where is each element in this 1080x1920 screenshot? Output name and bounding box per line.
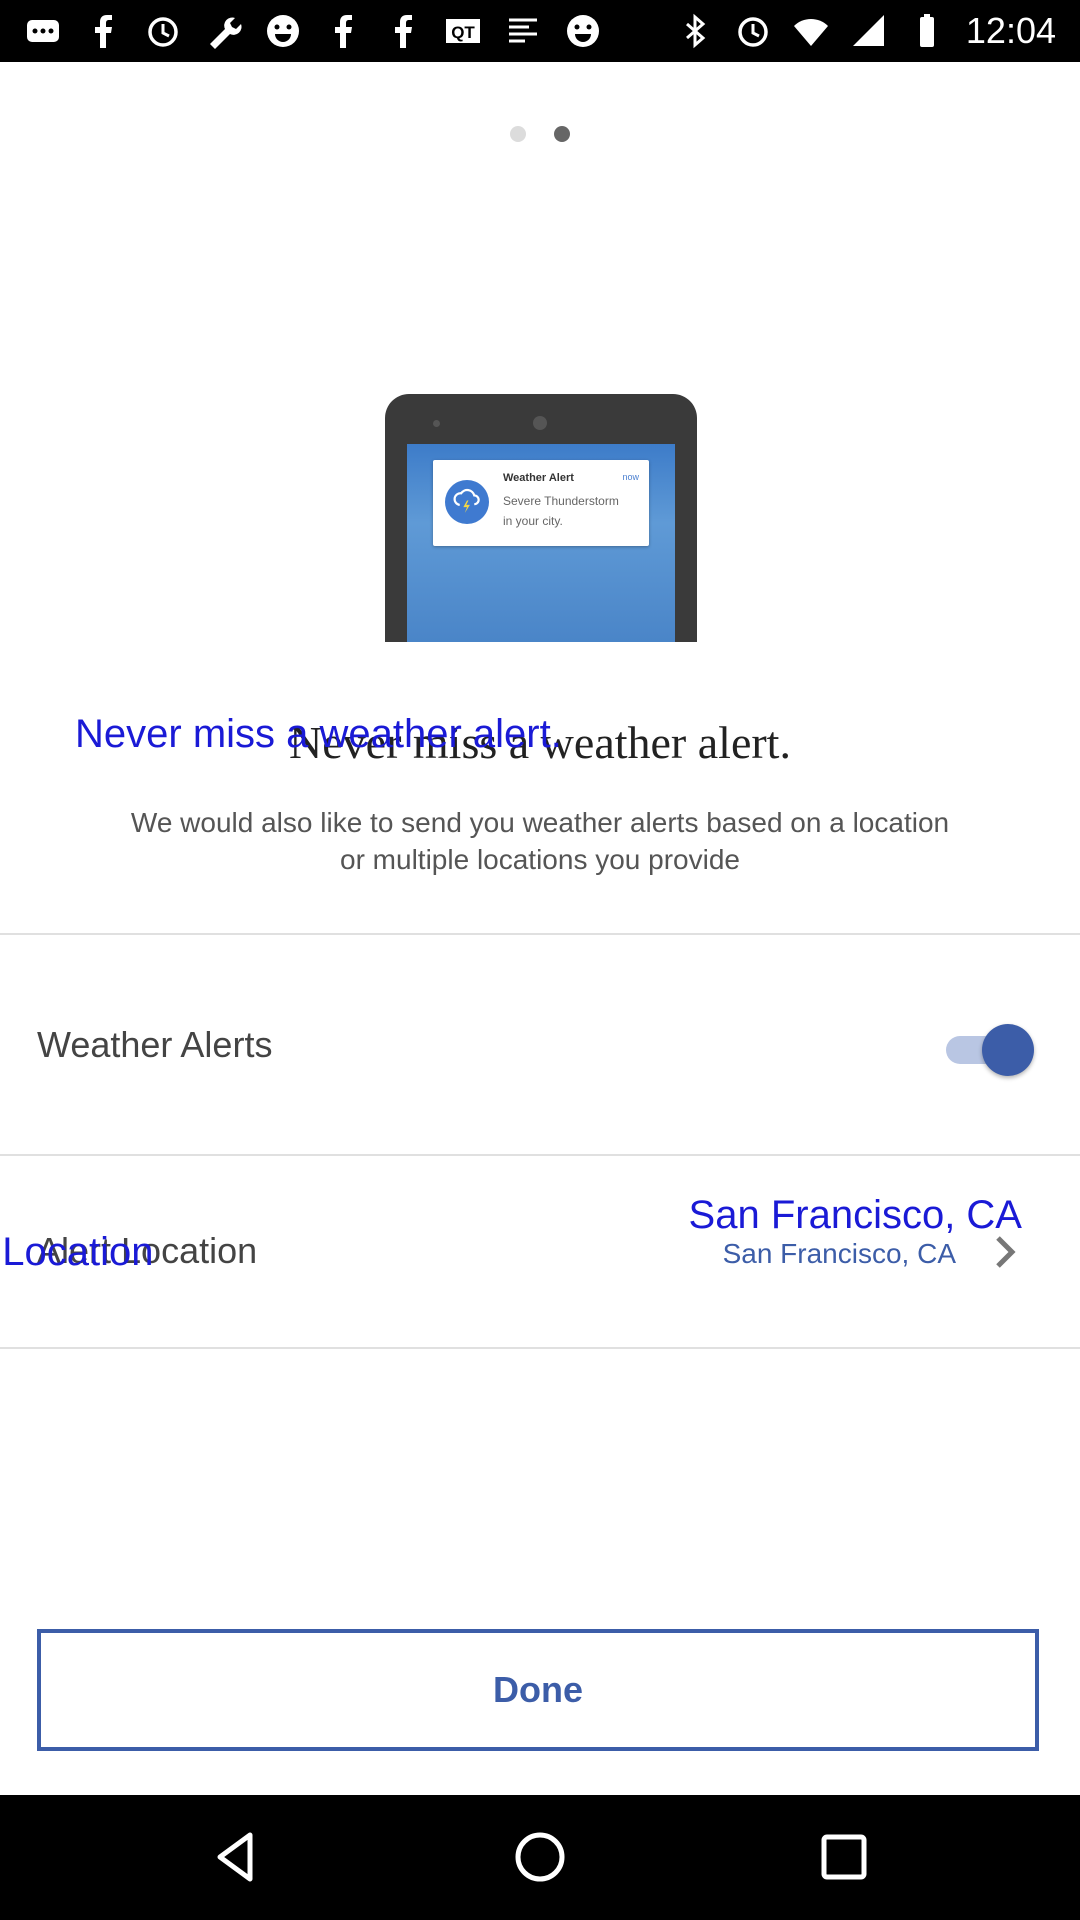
battery-icon [908, 12, 946, 50]
phone-screen: Weather Alert now Severe Thunderstorm in… [407, 444, 675, 642]
divider [0, 1154, 1080, 1156]
weather-alerts-label: Weather Alerts [37, 1024, 273, 1065]
chevron-right-icon[interactable] [992, 1232, 1020, 1272]
status-right-icons: 12:04 [676, 10, 1056, 52]
alarm-icon [734, 12, 772, 50]
page-dot-1[interactable] [510, 126, 526, 142]
status-left-icons: QT [24, 12, 602, 50]
alert-location-label-overlay: t Location [0, 1230, 154, 1274]
divider [0, 1347, 1080, 1349]
status-bar: QT 12:04 [0, 0, 1080, 62]
alert-location-value-overlay: San Francisco, CA [688, 1193, 1022, 1237]
alarm-icon [144, 12, 182, 50]
svg-text:QT: QT [451, 23, 475, 42]
phone-sensor [433, 420, 440, 427]
notification-line-2: in your city. [503, 514, 563, 528]
bluetooth-icon [676, 12, 714, 50]
more-icon [24, 12, 62, 50]
back-icon[interactable] [206, 1827, 266, 1887]
facebook-icon [324, 12, 362, 50]
wrench-icon [204, 12, 242, 50]
page-title-overlay: Never miss a weather alert. [75, 712, 562, 756]
smiley-icon [264, 12, 302, 50]
thunderstorm-icon [445, 480, 489, 524]
done-button[interactable]: Done [37, 1629, 1039, 1751]
recents-icon[interactable] [814, 1827, 874, 1887]
home-icon[interactable] [510, 1827, 570, 1887]
clock: 12:04 [965, 10, 1056, 51]
qt-icon: QT [444, 12, 482, 50]
news-icon [504, 12, 542, 50]
toggle-thumb [982, 1024, 1034, 1076]
notification-title: Weather Alert [503, 472, 574, 484]
phone-illustration: Weather Alert now Severe Thunderstorm in… [385, 394, 697, 642]
weather-alerts-toggle[interactable] [944, 1024, 1034, 1076]
facebook-icon [84, 12, 122, 50]
notification-card: Weather Alert now Severe Thunderstorm in… [433, 460, 649, 546]
smiley-icon [564, 12, 602, 50]
page-dot-2-active[interactable] [554, 126, 570, 142]
divider [0, 933, 1080, 935]
alert-location-value[interactable]: San Francisco, CA [723, 1238, 956, 1270]
page-indicator [0, 126, 1080, 142]
facebook-icon [384, 12, 422, 50]
notification-time: now [622, 472, 639, 482]
phone-camera [533, 416, 547, 430]
page-subtitle: We would also like to send you weather a… [130, 807, 950, 875]
notification-line-1: Severe Thunderstorm [503, 494, 619, 508]
wifi-icon [792, 12, 830, 50]
navigation-bar [0, 1795, 1080, 1920]
signal-icon [850, 12, 888, 50]
